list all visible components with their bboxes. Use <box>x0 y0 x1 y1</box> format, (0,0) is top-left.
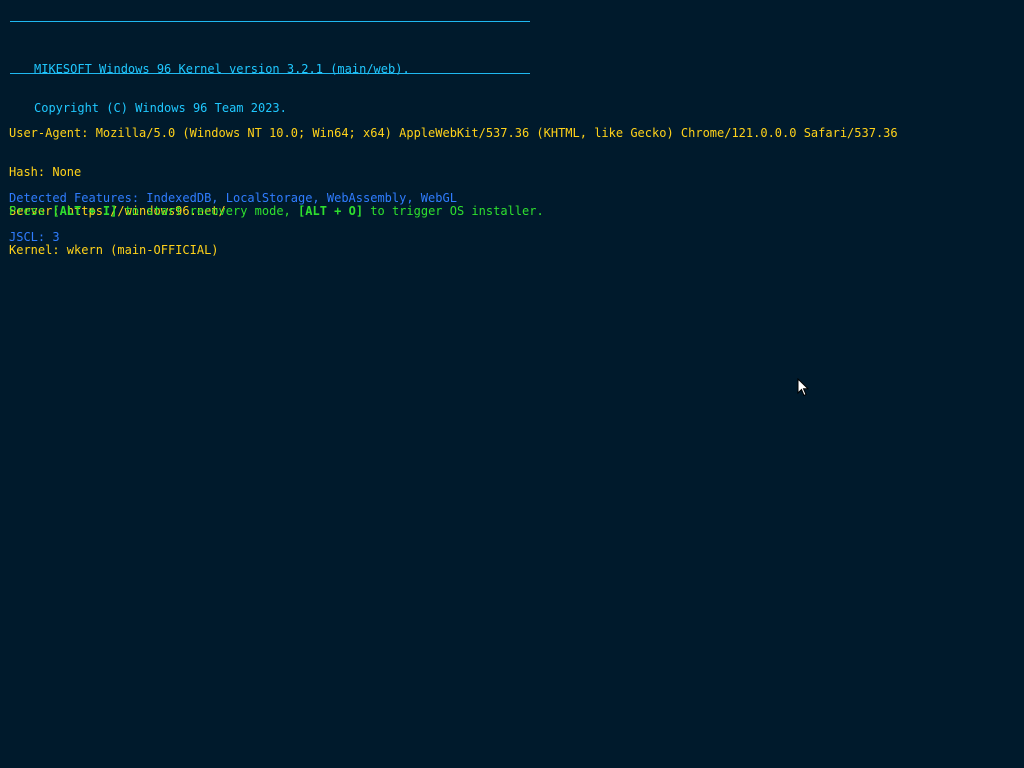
prompt-installer-text: to trigger OS installer. <box>363 204 544 218</box>
jscl-line: JSCL: 3 <box>9 230 60 244</box>
prompt-recovery-text: to start recovery mode, <box>117 204 299 218</box>
recovery-key-hint: [ALT + I] <box>52 204 118 218</box>
boot-prompt: Press [ALT + I] to start recovery mode, … <box>9 205 544 218</box>
boot-screen: MIKESOFT Windows 96 Kernel version 3.2.1… <box>0 0 1024 768</box>
user-agent-line: User-Agent: Mozilla/5.0 (Windows NT 10.0… <box>9 126 898 140</box>
mouse-pointer-icon <box>797 378 809 397</box>
banner-top-rule <box>10 21 530 22</box>
detected-features: Detected Features: IndexedDB, LocalStora… <box>9 166 457 270</box>
prompt-press-text: Press <box>9 204 53 218</box>
banner-version-line: MIKESOFT Windows 96 Kernel version 3.2.1… <box>34 62 410 76</box>
banner-bottom-rule <box>10 73 530 74</box>
installer-key-hint: [ALT + O] <box>298 204 364 218</box>
